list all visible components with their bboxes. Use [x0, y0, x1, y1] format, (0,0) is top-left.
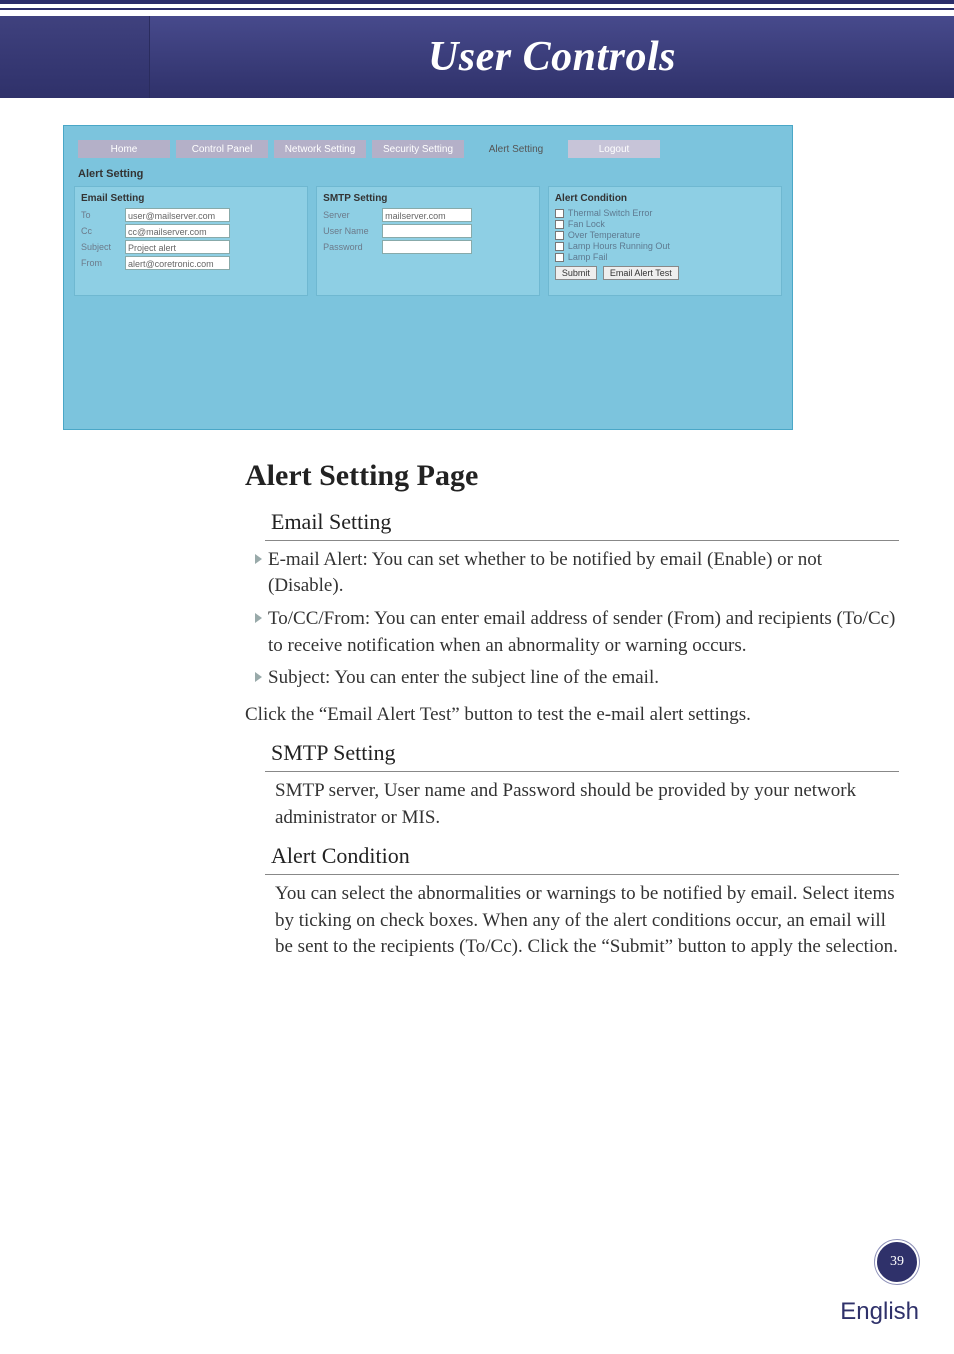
- from-label: From: [81, 258, 121, 268]
- checkbox-fanlock[interactable]: [555, 220, 564, 229]
- paragraph: You can select the abnormalities or warn…: [275, 881, 899, 961]
- checkbox-lamphours-label: Lamp Hours Running Out: [568, 241, 670, 251]
- bullet-arrow-icon: [255, 613, 262, 623]
- subject-label: Subject: [81, 242, 121, 252]
- checkbox-lampfail-label: Lamp Fail: [568, 252, 608, 262]
- paragraph: SMTP server, User name and Password shou…: [275, 778, 899, 831]
- checkbox-lamphours[interactable]: [555, 242, 564, 251]
- embedded-ui-screenshot: Home Control Panel Network Setting Secur…: [63, 125, 793, 430]
- bullet-text: To/CC/From: You can enter email address …: [268, 606, 899, 659]
- checkbox-fanlock-label: Fan Lock: [568, 219, 605, 229]
- cc-input[interactable]: cc@mailserver.com: [125, 224, 230, 238]
- server-label: Server: [323, 210, 378, 220]
- tab-logout[interactable]: Logout: [568, 140, 660, 158]
- document-body: Alert Setting Page Email Setting E-mail …: [245, 455, 899, 971]
- tab-network-setting[interactable]: Network Setting: [274, 140, 366, 158]
- server-input[interactable]: mailserver.com: [382, 208, 472, 222]
- to-input[interactable]: user@mailserver.com: [125, 208, 230, 222]
- bullet-arrow-icon: [255, 554, 262, 564]
- checkbox-thermal-label: Thermal Switch Error: [568, 208, 653, 218]
- username-label: User Name: [323, 226, 378, 236]
- alert-condition-panel: Alert Condition Thermal Switch Error Fan…: [548, 186, 782, 296]
- bullet-text: E-mail Alert: You can set whether to be …: [268, 547, 899, 600]
- password-input[interactable]: [382, 240, 472, 254]
- to-label: To: [81, 210, 121, 220]
- submit-button[interactable]: Submit: [555, 266, 597, 280]
- username-input[interactable]: [382, 224, 472, 238]
- section-title: Alert Setting: [78, 168, 782, 180]
- email-setting-heading: Email Setting: [81, 193, 301, 204]
- doc-subheading-alert: Alert Condition: [265, 841, 899, 875]
- doc-subheading-email: Email Setting: [265, 507, 899, 541]
- bullet-arrow-icon: [255, 672, 262, 682]
- checkbox-overtemp[interactable]: [555, 231, 564, 240]
- header-left-block: [0, 16, 150, 98]
- paragraph: Click the “Email Alert Test” button to t…: [245, 702, 899, 729]
- top-horizontal-rules: [0, 0, 954, 10]
- tab-control-panel[interactable]: Control Panel: [176, 140, 268, 158]
- tab-home[interactable]: Home: [78, 140, 170, 158]
- from-input[interactable]: alert@coretronic.com: [125, 256, 230, 270]
- settings-panels: Email Setting To user@mailserver.com Cccc…: [74, 186, 782, 296]
- email-alert-test-button[interactable]: Email Alert Test: [603, 266, 679, 280]
- password-label: Password: [323, 242, 378, 252]
- smtp-setting-heading: SMTP Setting: [323, 193, 533, 204]
- checkbox-overtemp-label: Over Temperature: [568, 230, 640, 240]
- doc-subheading-smtp: SMTP Setting: [265, 738, 899, 772]
- tab-alert-setting[interactable]: Alert Setting: [470, 140, 562, 158]
- checkbox-thermal[interactable]: [555, 209, 564, 218]
- cc-label: Cc: [81, 226, 121, 236]
- header-band: User Controls: [0, 16, 954, 98]
- tab-security-setting[interactable]: Security Setting: [372, 140, 464, 158]
- page-header-title: User Controls: [428, 33, 676, 81]
- page-number-badge: 39: [875, 1240, 919, 1284]
- bullet-list-email: E-mail Alert: You can set whether to be …: [255, 547, 899, 692]
- alert-condition-heading: Alert Condition: [555, 193, 775, 204]
- tab-bar: Home Control Panel Network Setting Secur…: [78, 140, 782, 158]
- checkbox-lampfail[interactable]: [555, 253, 564, 262]
- language-label: English: [840, 1298, 919, 1326]
- doc-heading: Alert Setting Page: [245, 455, 899, 497]
- header-right-block: User Controls: [150, 16, 954, 98]
- bullet-text: Subject: You can enter the subject line …: [268, 665, 659, 692]
- smtp-setting-panel: SMTP Setting Server mailserver.com User N…: [316, 186, 540, 296]
- email-setting-panel: Email Setting To user@mailserver.com Cccc…: [74, 186, 308, 296]
- subject-input[interactable]: Project alert: [125, 240, 230, 254]
